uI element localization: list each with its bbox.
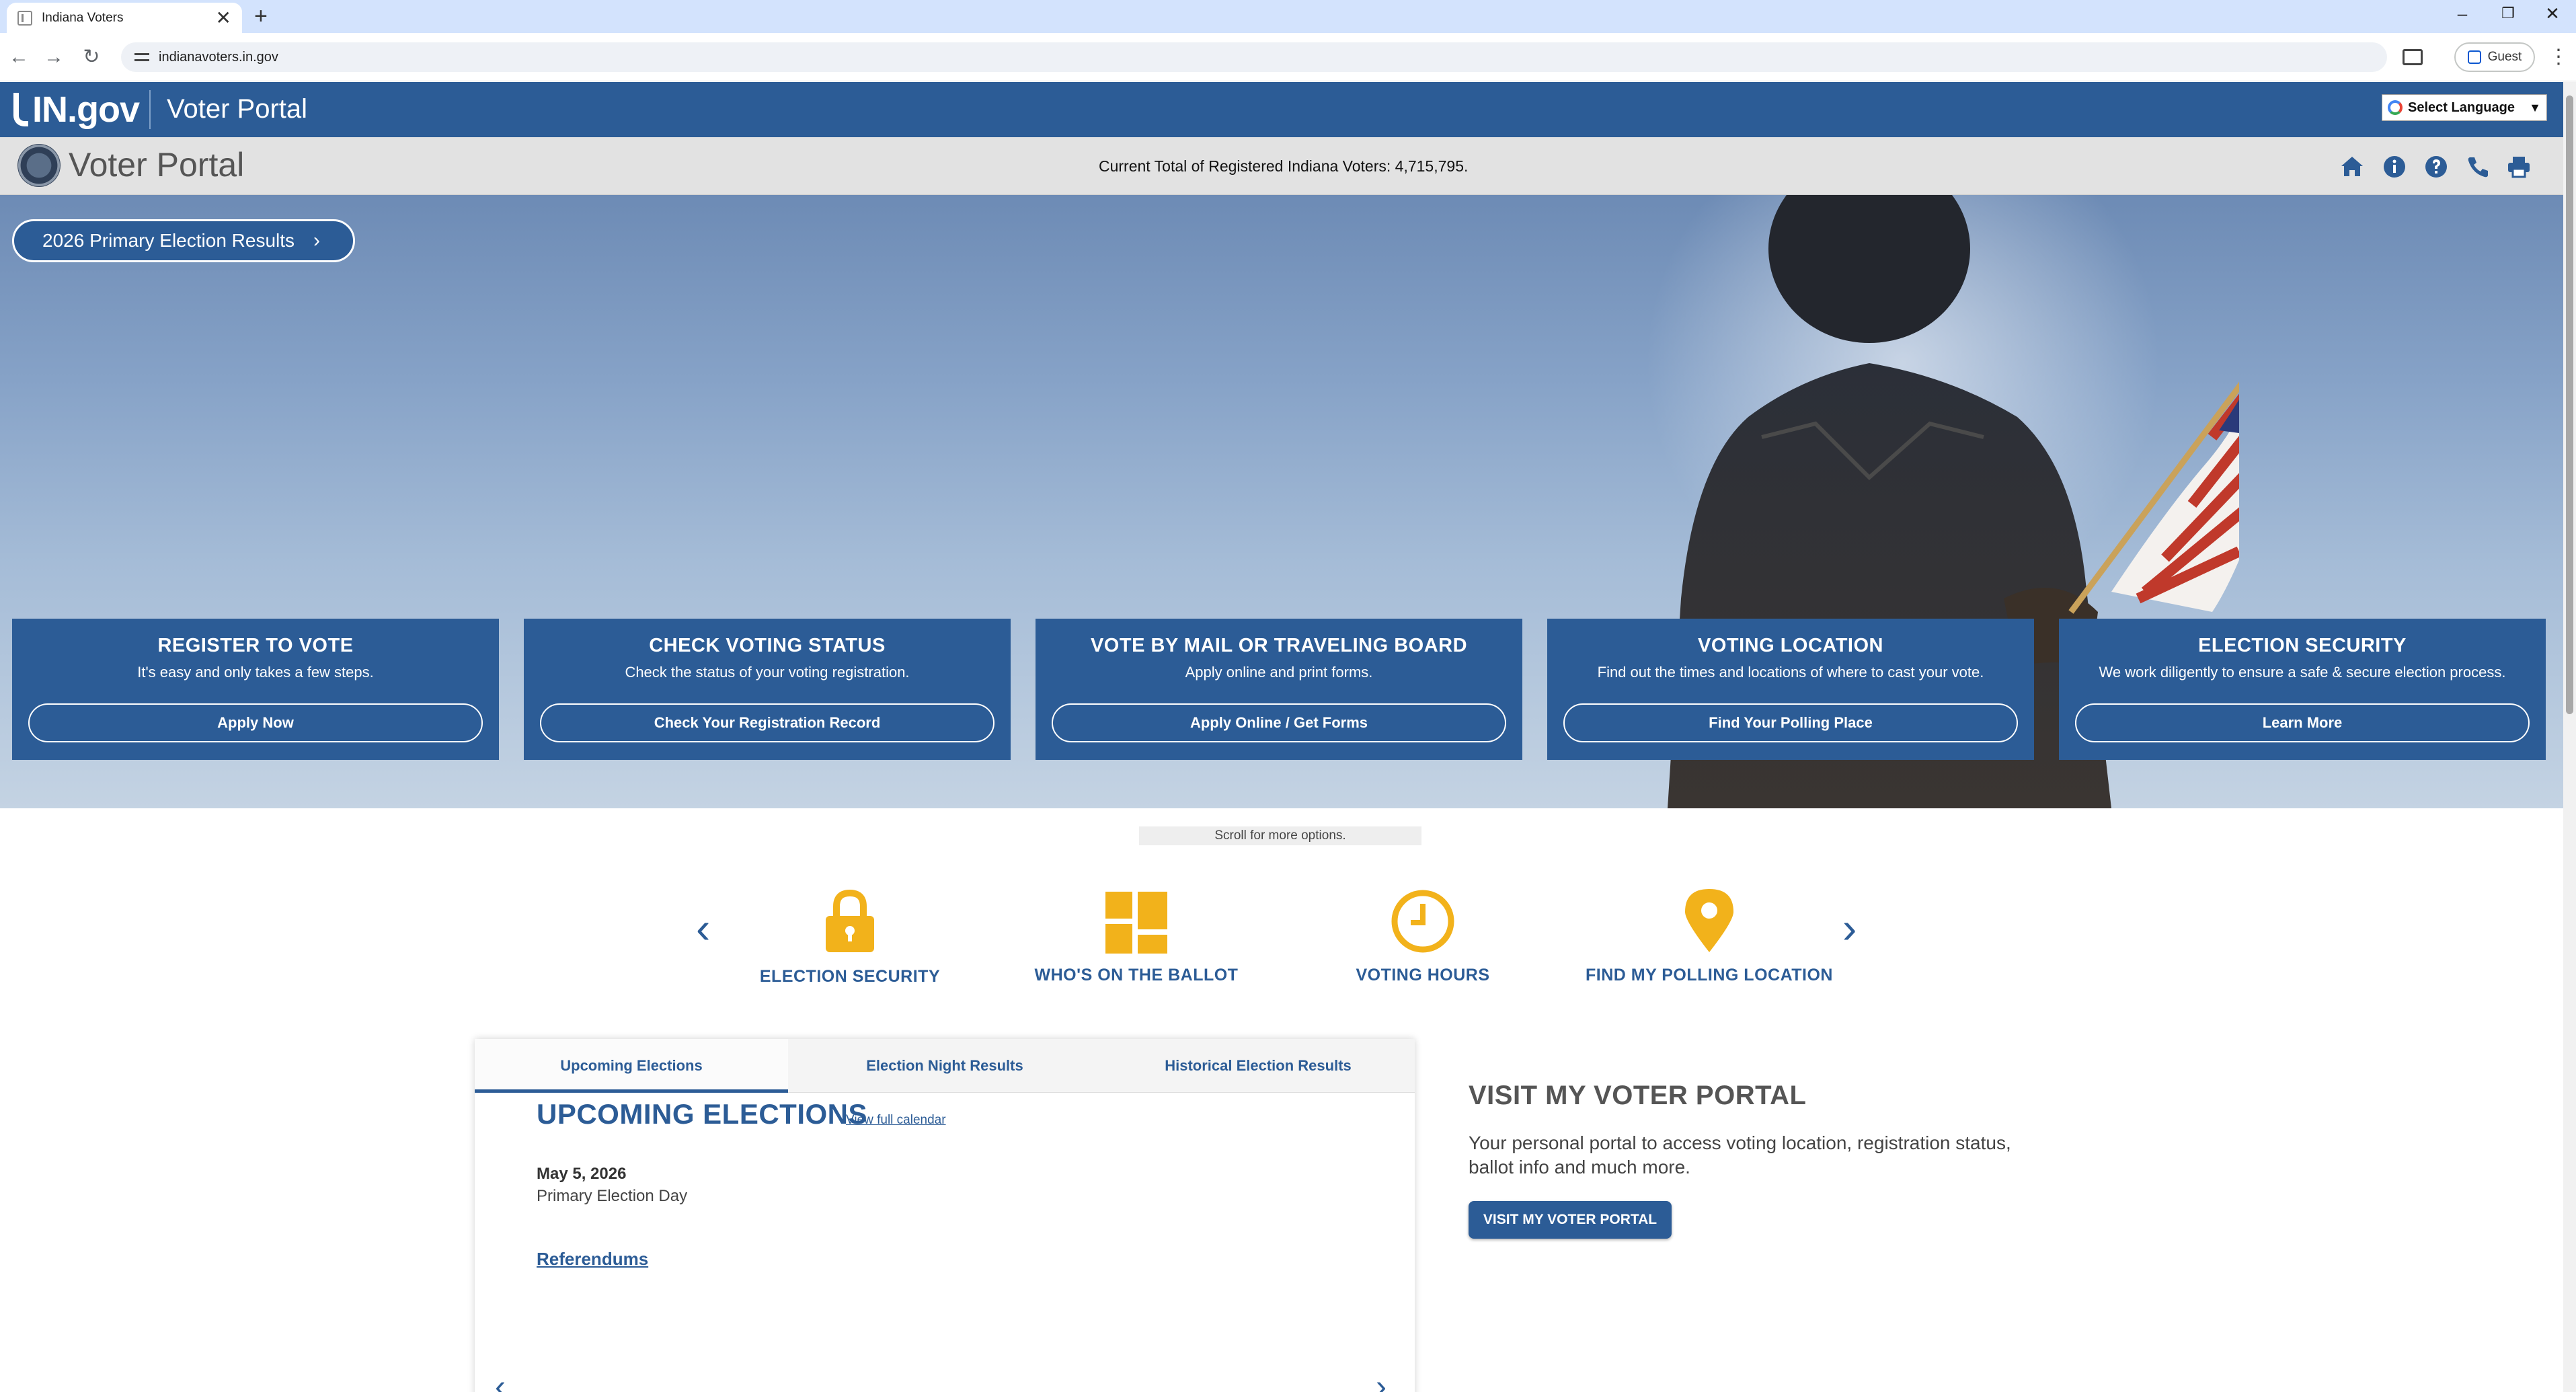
minimize-window-button[interactable]: – bbox=[2442, 0, 2483, 27]
url-text: indianavoters.in.gov bbox=[159, 49, 278, 65]
tab-historical-results[interactable]: Historical Election Results bbox=[1101, 1039, 1415, 1093]
check-registration-button[interactable]: Check Your Registration Record bbox=[540, 703, 994, 742]
lock-icon bbox=[826, 889, 874, 952]
print-icon[interactable] bbox=[2505, 153, 2532, 180]
ingov-site-title[interactable]: Voter Portal bbox=[167, 94, 307, 124]
apply-online-button[interactable]: Apply Online / Get Forms bbox=[1052, 703, 1506, 742]
promo-title: VISIT MY VOTER PORTAL bbox=[1469, 1081, 1807, 1110]
browser-menu-icon[interactable]: ⋮ bbox=[2548, 44, 2569, 71]
learn-more-button[interactable]: Learn More bbox=[2075, 703, 2530, 742]
elections-tabs: Upcoming Elections Election Night Result… bbox=[475, 1039, 1415, 1093]
cast-icon[interactable] bbox=[2403, 49, 2423, 65]
header-divider bbox=[149, 90, 151, 129]
restore-window-button[interactable]: ❐ bbox=[2488, 0, 2528, 27]
tab-title: Indiana Voters bbox=[42, 10, 124, 25]
tab-close-icon[interactable]: ✕ bbox=[216, 8, 231, 28]
carousel-prev-button[interactable]: ‹ bbox=[696, 906, 710, 950]
primary-results-label: 2026 Primary Election Results bbox=[42, 230, 295, 251]
back-button[interactable]: ← bbox=[5, 44, 32, 71]
page-scrollbar[interactable] bbox=[2563, 82, 2576, 1392]
ballot-grid-icon bbox=[1105, 892, 1167, 954]
quick-link-label: WHO'S ON THE BALLOT bbox=[1034, 966, 1239, 984]
elections-panel: Upcoming Elections Election Night Result… bbox=[475, 1039, 1415, 1392]
portal-title[interactable]: Voter Portal bbox=[69, 145, 244, 184]
scrollbar-thumb[interactable] bbox=[2566, 95, 2573, 714]
election-name: Primary Election Day bbox=[537, 1187, 688, 1205]
hero-banner: 2026 Primary Election Results › REGISTER… bbox=[0, 195, 2563, 808]
forward-button[interactable]: → bbox=[40, 44, 67, 71]
close-window-button[interactable]: ✕ bbox=[2532, 0, 2573, 27]
carousel-next-button[interactable]: › bbox=[1842, 906, 1857, 950]
home-icon[interactable] bbox=[2339, 153, 2366, 180]
card-description: Check the status of your voting registra… bbox=[625, 664, 910, 681]
check-status-card: CHECK VOTING STATUS Check the status of … bbox=[524, 619, 1011, 760]
promo-text: Your personal portal to access voting lo… bbox=[1469, 1132, 2011, 1177]
reload-button[interactable]: ↻ bbox=[78, 44, 105, 71]
site-settings-icon[interactable] bbox=[134, 50, 149, 65]
election-date: May 5, 2026 bbox=[537, 1165, 627, 1183]
card-description: It's easy and only takes a few steps. bbox=[137, 664, 374, 681]
card-title: CHECK VOTING STATUS bbox=[649, 635, 886, 656]
phone-icon[interactable] bbox=[2464, 153, 2491, 180]
quick-link-label: ELECTION SECURITY bbox=[759, 967, 941, 986]
browser-tab[interactable]: Indiana Voters ✕ bbox=[7, 3, 242, 33]
map-pin-icon bbox=[1685, 889, 1733, 952]
quick-link-label: VOTING HOURS bbox=[1356, 966, 1490, 984]
card-title: VOTE BY MAIL OR TRAVELING BOARD bbox=[1090, 635, 1468, 656]
apply-now-button[interactable]: Apply Now bbox=[28, 703, 483, 742]
language-select[interactable]: Select Language ▼ bbox=[2382, 94, 2547, 121]
dropdown-caret-icon: ▼ bbox=[2529, 100, 2541, 114]
visit-voter-portal-button[interactable]: VISIT MY VOTER PORTAL bbox=[1469, 1201, 1672, 1239]
ingov-header: IN.gov Voter Portal Select Language ▼ bbox=[0, 82, 2563, 137]
quick-link-whos-on-ballot[interactable]: WHO'S ON THE BALLOT bbox=[1009, 888, 1264, 985]
register-card: REGISTER TO VOTE It's easy and only take… bbox=[12, 619, 499, 760]
vote-by-mail-card: VOTE BY MAIL OR TRAVELING BOARD Apply on… bbox=[1036, 619, 1522, 760]
profile-label: Guest bbox=[2487, 50, 2522, 64]
panel-prev-button[interactable]: ‹ bbox=[495, 1368, 506, 1392]
primary-results-button[interactable]: 2026 Primary Election Results › bbox=[12, 219, 355, 262]
ingov-logo-mark-icon bbox=[13, 93, 28, 126]
referendums-link[interactable]: Referendums bbox=[537, 1249, 648, 1270]
quick-link-election-security[interactable]: ELECTION SECURITY bbox=[722, 888, 978, 987]
card-description: Find out the times and locations of wher… bbox=[1597, 664, 1984, 681]
ingov-logo[interactable]: IN.gov bbox=[13, 89, 140, 130]
state-seal-icon[interactable] bbox=[17, 144, 61, 187]
view-calendar-link[interactable]: View full calendar bbox=[846, 1113, 946, 1128]
page-favicon-icon bbox=[17, 10, 32, 26]
card-description: Apply online and print forms. bbox=[1185, 664, 1373, 681]
portal-header: Voter Portal Current Total of Registered… bbox=[0, 137, 2563, 195]
card-title: VOTING LOCATION bbox=[1697, 635, 1883, 656]
quick-link-polling-location[interactable]: FIND MY POLLING LOCATION bbox=[1582, 888, 1837, 985]
help-icon[interactable] bbox=[2423, 153, 2450, 180]
clock-icon bbox=[1391, 890, 1454, 953]
chevron-right-icon: › bbox=[313, 229, 321, 252]
card-title: REGISTER TO VOTE bbox=[157, 635, 354, 656]
language-select-label: Select Language bbox=[2408, 100, 2515, 115]
card-description: We work diligently to ensure a safe & se… bbox=[2099, 664, 2506, 681]
find-polling-place-button[interactable]: Find Your Polling Place bbox=[1563, 703, 2018, 742]
quick-link-label: FIND MY POLLING LOCATION bbox=[1585, 966, 1833, 984]
card-title: ELECTION SECURITY bbox=[2198, 635, 2407, 656]
person-icon bbox=[2467, 50, 2481, 64]
tab-upcoming-elections[interactable]: Upcoming Elections bbox=[475, 1039, 788, 1093]
address-bar[interactable]: indianavoters.in.gov bbox=[121, 42, 2387, 72]
browser-toolbar: ← → ↻ indianavoters.in.gov Guest ⋮ bbox=[0, 33, 2576, 81]
browser-tab-strip: Indiana Voters ✕ + – ❐ ✕ bbox=[0, 0, 2576, 33]
quick-link-voting-hours[interactable]: VOTING HOURS bbox=[1295, 888, 1551, 985]
new-tab-button[interactable]: + bbox=[254, 3, 268, 30]
profile-button[interactable]: Guest bbox=[2454, 42, 2535, 72]
voting-location-card: VOTING LOCATION Find out the times and l… bbox=[1547, 619, 2034, 760]
google-translate-icon bbox=[2388, 100, 2403, 115]
info-icon[interactable] bbox=[2381, 153, 2408, 180]
upcoming-elections-heading: UPCOMING ELECTIONS bbox=[537, 1098, 868, 1130]
panel-next-button[interactable]: › bbox=[1376, 1368, 1387, 1392]
scroll-hint: Scroll for more options. bbox=[1139, 826, 1421, 845]
ingov-logo-text: IN.gov bbox=[32, 89, 140, 130]
tab-election-night-results[interactable]: Election Night Results bbox=[788, 1039, 1101, 1093]
registered-voter-total: Current Total of Registered Indiana Vote… bbox=[1099, 157, 1469, 175]
election-security-card: ELECTION SECURITY We work diligently to … bbox=[2059, 619, 2546, 760]
